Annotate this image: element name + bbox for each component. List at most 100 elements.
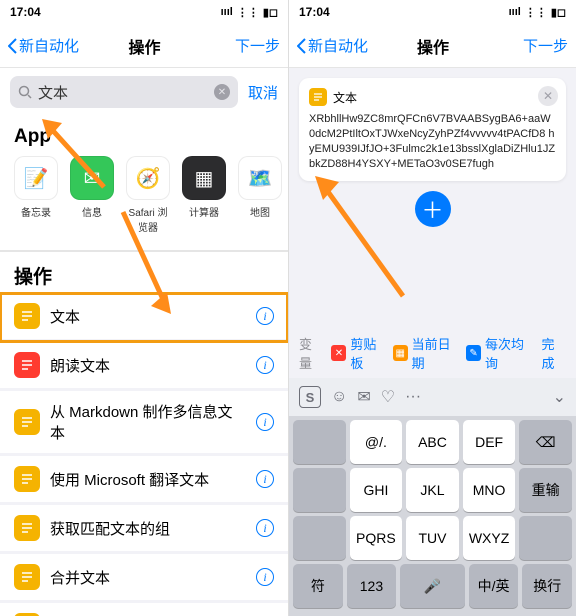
chip-label: 当前日期 (412, 334, 461, 372)
key[interactable]: 123 (347, 564, 397, 608)
keyboard-area: 变量 ✕剪贴板▦当前日期✎每次均询 完成 S ☺ ✉ ♡ ··· ⌄ @/.AB… (289, 328, 576, 616)
action-row[interactable]: 匹配文本i (0, 603, 288, 616)
status-time: 17:04 (299, 5, 330, 19)
chip-icon: ▦ (393, 345, 408, 361)
more-icon[interactable]: ··· (405, 388, 421, 406)
action-icon (14, 303, 40, 329)
app-label: 信息 (70, 204, 114, 219)
action-row[interactable]: 使用 Microsoft 翻译文本 i (0, 456, 288, 505)
info-icon[interactable]: i (256, 568, 274, 586)
nav-next-button[interactable]: 下一步 (210, 35, 280, 56)
key[interactable]: TUV (406, 516, 459, 560)
app-label: 地图 (238, 204, 282, 219)
varbar-label: 变量 (299, 334, 323, 372)
annotation-arrow-icon (115, 206, 175, 316)
search-icon (18, 85, 32, 99)
app-label: 计算器 (182, 204, 226, 219)
clear-icon[interactable]: ✕ (214, 84, 230, 100)
action-icon (14, 466, 40, 492)
dismiss-keyboard-icon[interactable]: ⌄ (553, 387, 566, 407)
action-icon (14, 515, 40, 541)
card-title: 文本 (333, 89, 357, 106)
app-icon: ▦ (182, 156, 226, 200)
card-close-button[interactable]: ✕ (538, 86, 558, 106)
nav-next-button[interactable]: 下一步 (498, 35, 568, 56)
key[interactable]: @/. (350, 420, 403, 464)
keyboard-toolbar: S ☺ ✉ ♡ ··· ⌄ (289, 378, 576, 416)
variable-chip[interactable]: ✎每次均询 (466, 334, 533, 372)
key[interactable]: WXYZ (463, 516, 516, 560)
key[interactable]: ABC (406, 420, 459, 464)
keyboard: @/.ABCDEF⌫ GHIJKLMNO重输 PQRSTUVWXYZ 符123🎤中/英… (289, 416, 576, 616)
card-header: 文本 (309, 88, 556, 106)
nav-bar: 新自动化 操作 下一步 (289, 24, 576, 68)
app-4[interactable]: 🗺️ 地图 (238, 156, 282, 234)
heart-icon[interactable]: ♡ (381, 387, 395, 407)
key[interactable]: 符 (293, 564, 343, 608)
nav-back-button[interactable]: 新自动化 (297, 35, 368, 56)
action-icon (14, 564, 40, 590)
key[interactable]: PQRS (350, 516, 403, 560)
app-label: 备忘录 (14, 204, 58, 219)
action-label: 使用 Microsoft 翻译文本 (50, 469, 246, 490)
info-icon[interactable]: i (256, 356, 274, 374)
key[interactable]: 换行 (522, 564, 572, 608)
action-row[interactable]: 朗读文本 i (0, 342, 288, 391)
key[interactable]: DEF (463, 420, 516, 464)
action-row[interactable]: 从 Markdown 制作多信息文本 i (0, 391, 288, 456)
app-icon: 🧭 (126, 156, 170, 200)
search-value: 文本 (38, 82, 208, 103)
key[interactable] (293, 468, 346, 512)
key[interactable]: JKL (406, 468, 459, 512)
action-label: 朗读文本 (50, 355, 246, 376)
variable-chip[interactable]: ✕剪贴板 (331, 334, 386, 372)
key[interactable] (293, 420, 346, 464)
chip-icon: ✕ (331, 345, 346, 361)
key[interactable]: 🎤 (400, 564, 465, 608)
chip-label: 剪贴板 (350, 334, 386, 372)
annotation-arrow-icon (311, 172, 411, 302)
action-label: 从 Markdown 制作多信息文本 (50, 401, 246, 443)
sogou-icon[interactable]: S (299, 386, 321, 408)
add-action-button[interactable]: ＋ (415, 191, 451, 227)
info-icon[interactable]: i (256, 307, 274, 325)
done-button[interactable]: 完成 (542, 334, 566, 372)
action-label: 获取匹配文本的组 (50, 518, 246, 539)
info-icon[interactable]: i (256, 470, 274, 488)
chevron-left-icon (8, 38, 17, 54)
key[interactable]: ⌫ (519, 420, 572, 464)
action-row[interactable]: 获取匹配文本的组 i (0, 505, 288, 554)
emoji-icon[interactable]: ☺ (331, 388, 347, 406)
card-body-text[interactable]: XRbhllHw9ZC8mrQFCn6V7BVAABSygBA6+aaW0dcM… (309, 112, 556, 171)
text-action-icon (309, 88, 327, 106)
status-time: 17:04 (10, 5, 41, 19)
status-right: ıııl ⋮⋮ ▮◻ (221, 6, 278, 19)
action-icon (14, 409, 40, 435)
status-right: ıııl ⋮⋮ ▮◻ (509, 6, 566, 19)
cancel-button[interactable]: 取消 (248, 82, 278, 103)
chip-label: 每次均询 (485, 334, 534, 372)
app-icon: 🗺️ (238, 156, 282, 200)
key[interactable]: GHI (350, 468, 403, 512)
key[interactable]: MNO (463, 468, 516, 512)
chip-icon: ✎ (466, 345, 481, 361)
text-action-card[interactable]: 文本 ✕ XRbhllHw9ZC8mrQFCn6V7BVAABSygBA6+aa… (299, 78, 566, 181)
info-icon[interactable]: i (256, 413, 274, 431)
screen-search-actions: 17:04 ıııl ⋮⋮ ▮◻ 新自动化 操作 下一步 文本 ✕ 取消 App… (0, 0, 288, 616)
variable-bar: 变量 ✕剪贴板▦当前日期✎每次均询 完成 (289, 328, 576, 378)
search-input[interactable]: 文本 ✕ (10, 76, 238, 108)
key[interactable]: 重输 (519, 468, 572, 512)
envelope-icon[interactable]: ✉ (357, 387, 370, 407)
actions-list: 文本i朗读文本i从 Markdown 制作多信息文本i使用 Microsoft … (0, 293, 288, 616)
key[interactable] (293, 516, 346, 560)
action-row[interactable]: 合并文本i (0, 554, 288, 603)
nav-bar: 新自动化 操作 下一步 (0, 24, 288, 68)
info-icon[interactable]: i (256, 519, 274, 537)
variable-chip[interactable]: ▦当前日期 (393, 334, 460, 372)
app-3[interactable]: ▦ 计算器 (182, 156, 226, 234)
nav-back-button[interactable]: 新自动化 (8, 35, 79, 56)
nav-title: 操作 (129, 34, 161, 58)
key[interactable]: 中/英 (469, 564, 519, 608)
chevron-left-icon (297, 38, 306, 54)
key[interactable] (519, 516, 572, 560)
